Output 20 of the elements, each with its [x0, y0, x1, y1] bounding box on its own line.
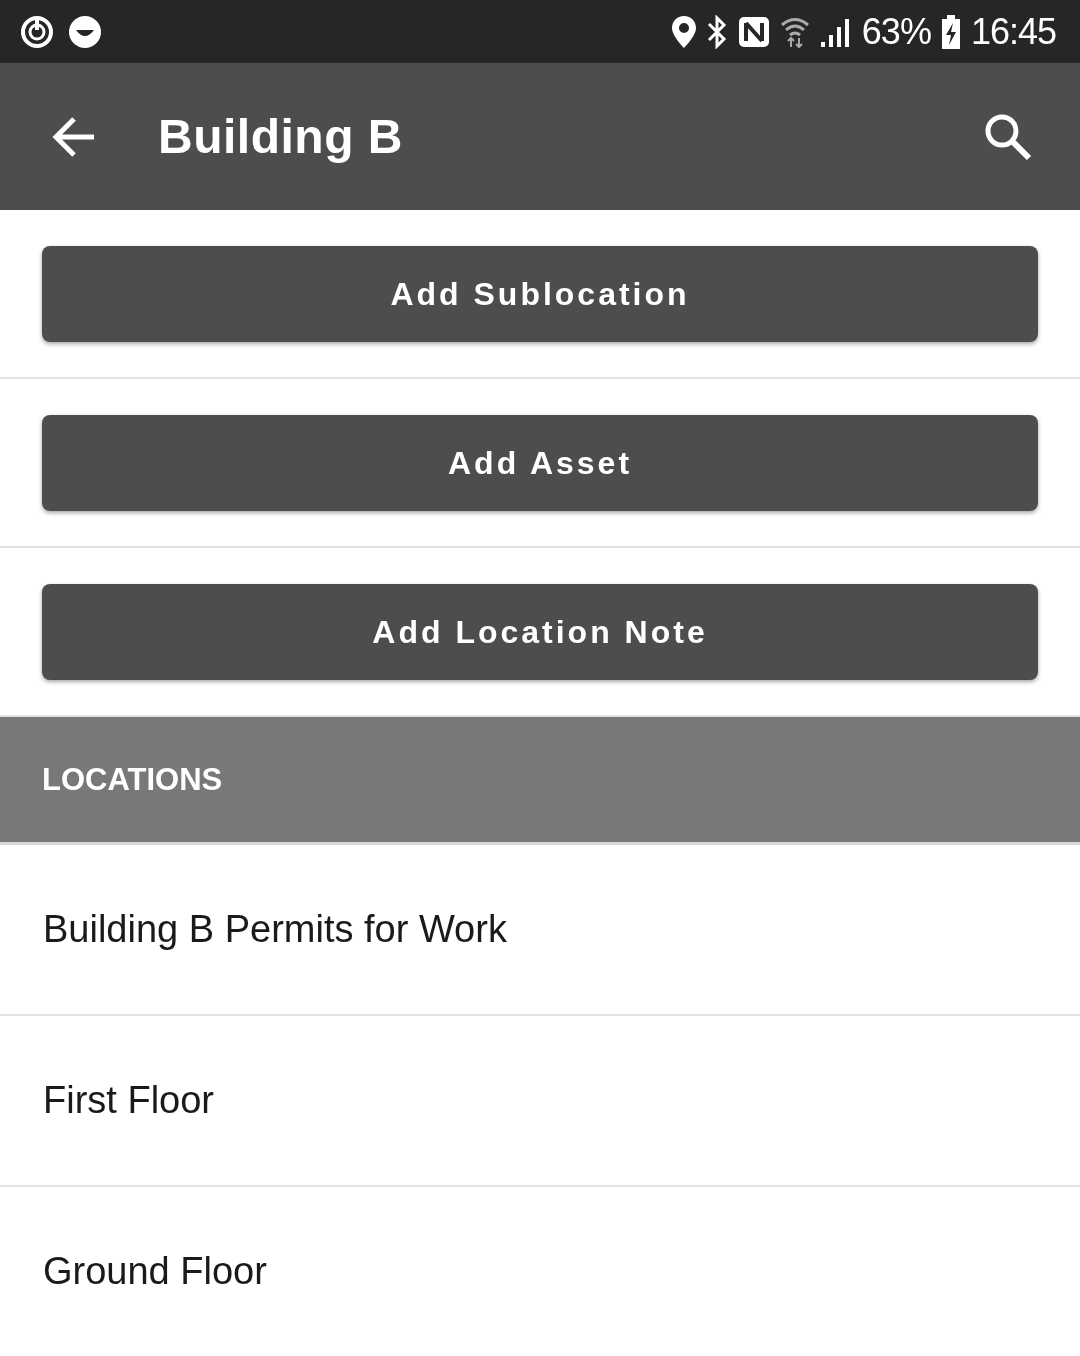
charging-battery-icon [940, 14, 961, 49]
nfc-icon [737, 15, 770, 48]
action-button[interactable]: Add Sublocation [42, 246, 1038, 342]
search-button[interactable] [984, 112, 1032, 161]
smiley-icon [68, 14, 102, 49]
clock-time: 16:45 [970, 10, 1056, 53]
location-item[interactable]: Building B Permits for Work [43, 908, 507, 951]
wifi-icon [779, 15, 810, 48]
battery-percent: 63% [861, 10, 931, 53]
search-icon [984, 112, 1032, 161]
back-button[interactable] [52, 115, 96, 158]
screen-title: Building B [158, 109, 404, 164]
action-button[interactable]: Add Asset [42, 415, 1038, 511]
section-header: LOCATIONS [42, 761, 223, 798]
location-item[interactable]: Ground Floor [43, 1250, 267, 1293]
action-button[interactable]: Add Location Note [42, 584, 1038, 680]
location-pin-icon [671, 15, 696, 48]
bluetooth-icon [705, 14, 728, 49]
back-arrow-icon [52, 115, 96, 158]
location-item[interactable]: First Floor [43, 1079, 214, 1122]
